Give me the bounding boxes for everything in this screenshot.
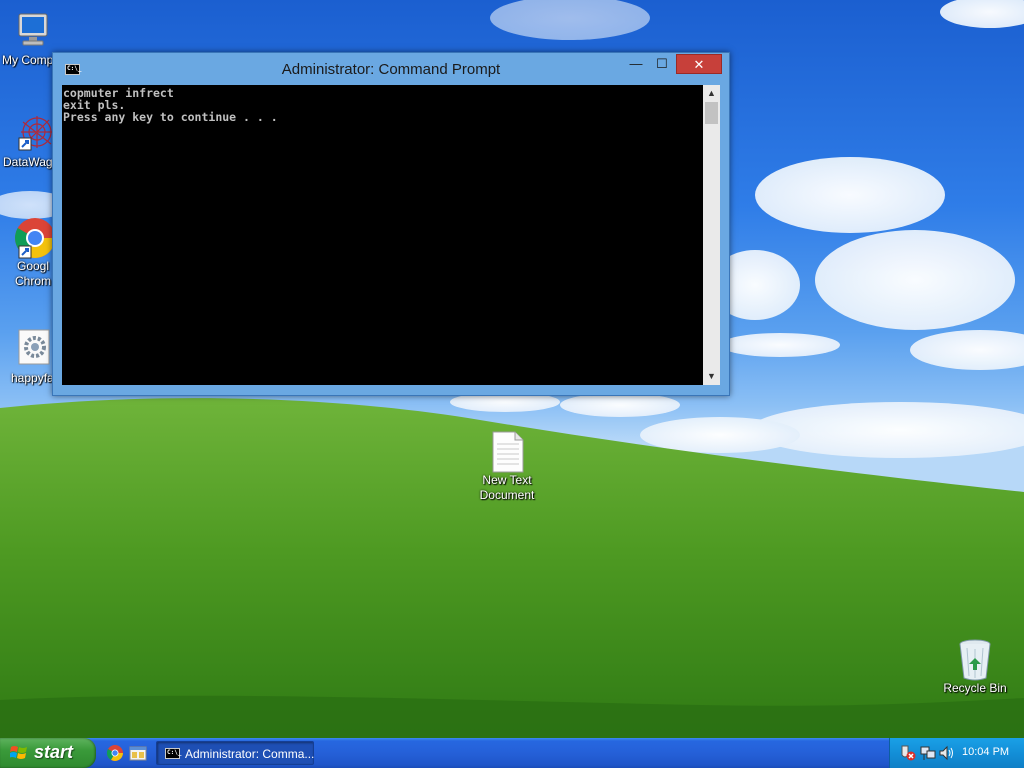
scroll-up-button[interactable]: ▲: [703, 85, 720, 102]
desktop-icon-label: New Text: [482, 473, 532, 487]
start-label: start: [34, 742, 74, 762]
desktop-icon-new-text-document[interactable]: New Text Document: [467, 430, 547, 503]
taskbar-item-label: Administrator: Comma...: [185, 747, 315, 761]
windows-flag-icon: [9, 745, 28, 761]
console-line: Press any key to continue . . .: [63, 110, 278, 124]
explorer-icon[interactable]: [129, 744, 147, 762]
cmd-icon: C:\_: [165, 748, 182, 759]
desktop-icon-label-line2: Document: [479, 488, 535, 502]
system-tray: 10:04 PM: [889, 738, 1024, 768]
scrollbar-thumb[interactable]: [705, 102, 718, 124]
computer-icon: [13, 10, 53, 50]
maximize-button[interactable]: ☐: [649, 54, 675, 74]
security-alert-icon[interactable]: [900, 745, 916, 761]
console-line: copmuter infrect: [63, 86, 174, 100]
volume-icon[interactable]: [938, 745, 954, 761]
close-button[interactable]: ✕: [676, 54, 722, 74]
command-prompt-window[interactable]: C:\_ Administrator: Command Prompt — ☐ ✕…: [52, 52, 730, 396]
taskbar-clock[interactable]: 10:04 PM: [962, 746, 1009, 758]
gear-file-icon: [13, 328, 53, 368]
scroll-down-button[interactable]: ▼: [703, 368, 720, 385]
cmd-icon-text: C:\_: [167, 749, 182, 756]
chrome-icon[interactable]: [106, 744, 124, 762]
minimize-button[interactable]: —: [623, 54, 649, 74]
taskbar-item-command-prompt[interactable]: C:\_ Administrator: Comma...: [156, 741, 314, 765]
start-button[interactable]: start: [0, 738, 96, 768]
chrome-icon: [13, 216, 55, 259]
desktop-icon-label: Recycle Bin: [943, 681, 1007, 695]
text-document-icon: [487, 430, 527, 473]
network-icon[interactable]: [920, 745, 936, 761]
taskbar: start C:\_ Administrator: Comma... 10:04…: [0, 738, 1024, 768]
recycle-bin-icon: [955, 638, 995, 681]
window-titlebar[interactable]: C:\_ Administrator: Command Prompt — ☐ ✕: [53, 53, 729, 85]
datawag-icon: [13, 112, 53, 152]
console-output[interactable]: copmuter infrect exit pls. Press any key…: [62, 85, 703, 385]
vertical-scrollbar[interactable]: ▲ ▼: [703, 85, 720, 385]
desktop-icon-recycle-bin[interactable]: Recycle Bin: [935, 638, 1015, 696]
